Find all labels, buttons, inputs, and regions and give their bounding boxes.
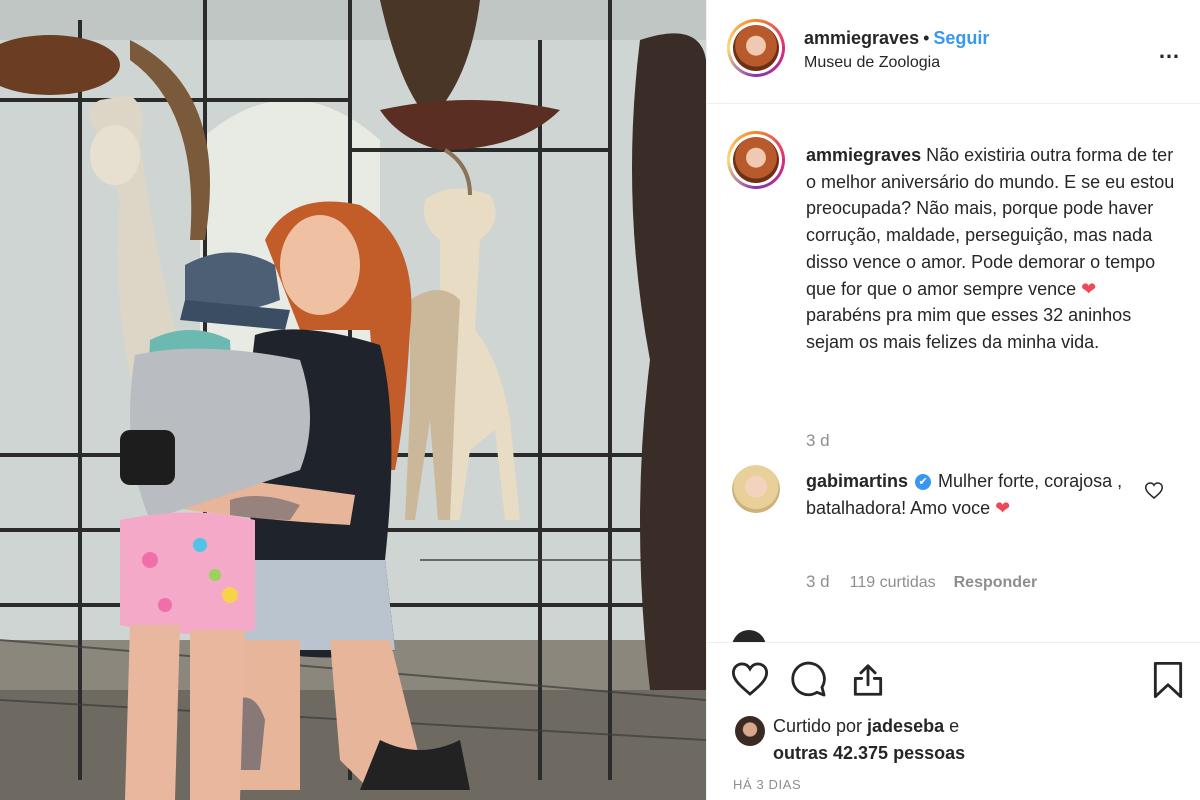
liker-avatar[interactable] bbox=[735, 716, 765, 746]
liked-by-text: Curtido por jadeseba e outras 42.375 pes… bbox=[773, 713, 965, 767]
header-title-line: ammiegraves • Seguir bbox=[804, 28, 989, 49]
liked-by-others-link[interactable]: outras 42.375 pessoas bbox=[773, 743, 965, 763]
follow-button[interactable]: Seguir bbox=[933, 28, 989, 48]
caption-author-avatar[interactable] bbox=[727, 131, 785, 189]
commenter-avatar[interactable] bbox=[732, 465, 780, 513]
comment-like-heart-icon[interactable] bbox=[1144, 482, 1164, 504]
liked-by-middle: e bbox=[944, 716, 960, 736]
caption-text-part2: parabéns pra mim que esses 32 aninhos se… bbox=[806, 305, 1132, 352]
verified-badge-icon: ✔ bbox=[915, 474, 932, 490]
caption-username-link[interactable]: ammiegraves bbox=[806, 145, 921, 165]
post-side-panel: ammiegraves • Seguir Museu de Zoologia … a… bbox=[706, 0, 1200, 800]
post-caption: ammiegraves Não existiria outra forma de… bbox=[806, 142, 1176, 356]
heart-icon[interactable] bbox=[731, 661, 769, 702]
caption-text-part1: Não existiria outra forma de ter o melho… bbox=[806, 145, 1175, 299]
author-avatar[interactable] bbox=[727, 19, 785, 77]
post-photo[interactable] bbox=[0, 0, 706, 800]
separator-dot: • bbox=[923, 28, 930, 48]
commenter-username-link[interactable]: gabimartins bbox=[806, 471, 908, 491]
bookmark-icon[interactable] bbox=[1151, 661, 1185, 704]
author-username-link[interactable]: ammiegraves bbox=[804, 28, 919, 48]
comment-item: gabimartins ✔ Mulher forte, corajosa , b… bbox=[806, 468, 1136, 521]
comment-timestamp[interactable]: 3 d bbox=[806, 572, 830, 591]
post-footer: Curtido por jadeseba e outras 42.375 pes… bbox=[707, 642, 1200, 800]
next-comment-partial bbox=[732, 630, 1172, 642]
comment-icon[interactable] bbox=[790, 661, 828, 704]
action-bar bbox=[707, 643, 1200, 715]
liker-username-link[interactable]: jadeseba bbox=[867, 716, 944, 736]
caption-timestamp[interactable]: 3 d bbox=[806, 431, 830, 451]
red-heart-emoji: ❤ bbox=[995, 497, 1011, 518]
post-header: ammiegraves • Seguir Museu de Zoologia … bbox=[707, 0, 1200, 104]
reply-button[interactable]: Responder bbox=[954, 574, 1038, 591]
comment-likes-count[interactable]: 119 curtidas bbox=[850, 574, 936, 591]
liked-by-prefix: Curtido por bbox=[773, 716, 868, 736]
more-options-icon[interactable]: … bbox=[1158, 38, 1181, 64]
post-photo-illustration bbox=[0, 0, 706, 800]
location-link[interactable]: Museu de Zoologia bbox=[804, 54, 940, 72]
comment-meta: 3 d 119 curtidas Responder bbox=[806, 572, 1055, 592]
red-heart-emoji: ❤ bbox=[1081, 278, 1097, 299]
share-icon[interactable] bbox=[849, 661, 887, 704]
comments-section: ammiegraves Não existiria outra forma de… bbox=[707, 104, 1200, 642]
post-date[interactable]: HÁ 3 DIAS bbox=[733, 777, 801, 792]
